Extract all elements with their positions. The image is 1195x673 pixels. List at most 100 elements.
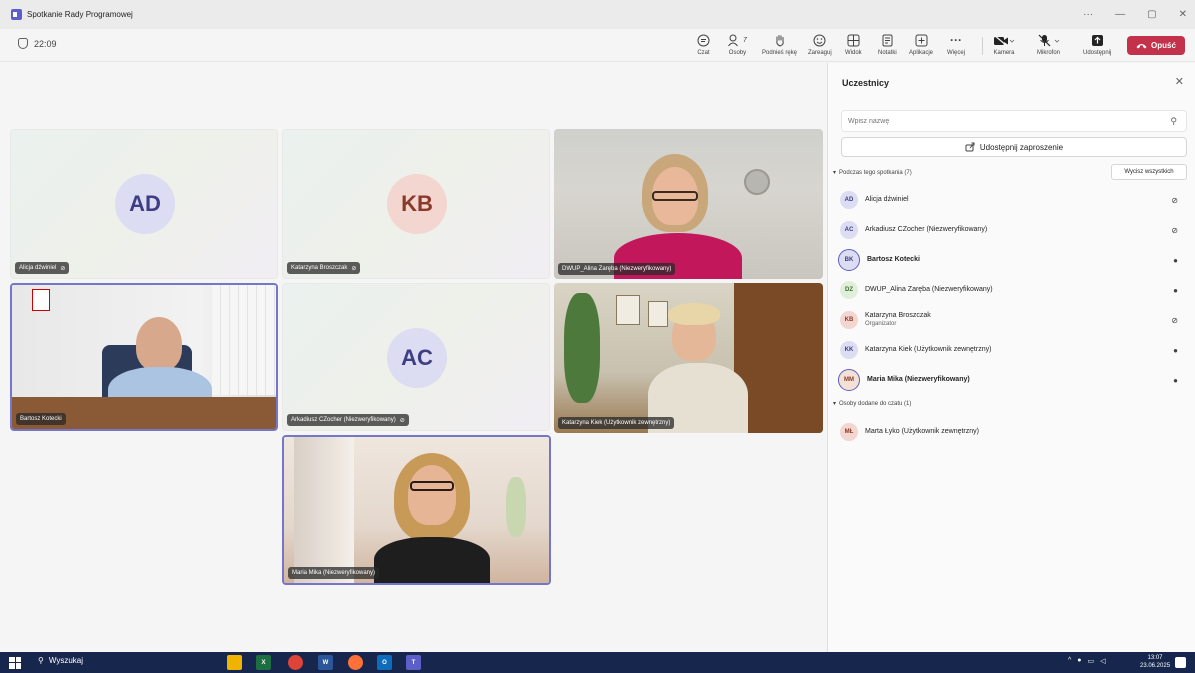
avatar: BK xyxy=(838,249,860,271)
video-tile-katarzyna-kiek[interactable]: Katarzyna Kiek (Użytkownik zewnętrzny) xyxy=(554,283,823,433)
avatar: AD xyxy=(840,191,858,209)
participant-row[interactable]: AC Arkadiusz CZocher (Niezweryfikowany) … xyxy=(840,217,1190,243)
avatar: AC xyxy=(840,221,858,239)
glasses xyxy=(652,191,698,201)
avatar: KB xyxy=(840,311,858,329)
file-explorer-icon[interactable] xyxy=(227,655,242,670)
leave-button[interactable]: Opuść xyxy=(1127,36,1185,55)
mic-off-icon: ⊘ xyxy=(399,417,405,424)
microphone-button[interactable]: Mikrofon xyxy=(1037,32,1060,56)
windows-start-icon[interactable] xyxy=(9,656,21,669)
word-icon[interactable]: W xyxy=(318,655,333,670)
mic-off-icon: ⊘ xyxy=(1171,315,1178,325)
window xyxy=(294,437,354,583)
chat-button[interactable]: Czat xyxy=(697,32,710,56)
video-tile-alicja[interactable]: AD Alicja dźwiniel ⊘ xyxy=(10,129,278,279)
tile-name: DWUP_Alina Zaręba (Niezweryfikowany) xyxy=(562,266,672,272)
raise-hand-button[interactable]: Podnieś rękę xyxy=(762,32,797,56)
person-body xyxy=(374,537,490,583)
share-button[interactable]: Udostępnij xyxy=(1083,32,1111,56)
video-feed xyxy=(554,129,823,279)
window-title: Spotkanie Rady Programowej xyxy=(27,10,133,19)
raise-hand-icon xyxy=(774,32,786,48)
close-window-button[interactable]: ✕ xyxy=(1179,9,1187,20)
meeting-toolbar: 22:09 Czat 7 Osoby Podnieś rękę Zareaguj… xyxy=(0,29,1195,90)
share-label: Udostępnij xyxy=(1083,50,1112,56)
meeting-timer: 22:09 xyxy=(18,38,57,49)
person-hair xyxy=(668,303,720,325)
camera-button[interactable]: Kamera xyxy=(993,32,1015,56)
video-tile-alina-zareba[interactable]: DWUP_Alina Zaręba (Niezweryfikowany) xyxy=(554,129,823,279)
mic-off-icon: ⊘ xyxy=(60,265,66,272)
more-button[interactable]: ··· Więcej xyxy=(947,32,965,56)
video-tile-katarzyna-broszczak[interactable]: KB Katarzyna Broszczak ⊘ xyxy=(282,129,550,279)
avatar: MM xyxy=(838,369,860,391)
tile-name: Alicja dźwiniel xyxy=(19,265,57,271)
tile-name: Arkadiusz CZocher (Niezweryfikowany) xyxy=(291,417,396,423)
chat-participant-row[interactable]: MŁ Marta Łyko (Użytkownik zewnętrzny) xyxy=(840,419,1190,445)
react-button[interactable]: Zareaguj xyxy=(808,32,832,56)
tile-name: Bartosz Kotecki xyxy=(20,416,62,422)
participant-row[interactable]: DZ DWUP_Alina Zaręba (Niezweryfikowany) … xyxy=(840,277,1190,303)
mute-all-button[interactable]: Wycisz wszystkich xyxy=(1111,164,1187,180)
firefox-icon[interactable] xyxy=(348,655,363,670)
phone-hangup-icon xyxy=(1136,44,1147,49)
share-link-icon xyxy=(965,142,975,152)
search-icon: ⚲ xyxy=(1170,116,1177,126)
participant-row[interactable]: KK Katarzyna Kiek (Użytkownik zewnętrzny… xyxy=(840,337,1190,363)
taskbar-clock[interactable]: 13:07 23.06.2025 xyxy=(1140,654,1170,671)
emblem xyxy=(32,289,50,311)
camera-label: Kamera xyxy=(993,50,1015,56)
video-feed xyxy=(554,283,823,433)
participant-name: Maria Mika (Niezweryfikowany) xyxy=(867,375,970,383)
notes-button[interactable]: Notatki xyxy=(878,32,897,56)
avatar: AD xyxy=(115,174,175,234)
view-icon xyxy=(847,32,860,48)
maximize-button[interactable]: ▢ xyxy=(1147,9,1156,20)
chrome-icon[interactable] xyxy=(288,655,303,670)
volume-icon[interactable]: ◁ xyxy=(1100,657,1105,665)
participant-search-input[interactable] xyxy=(841,110,1187,132)
clock-time: 13:07 xyxy=(1147,655,1163,661)
shield-icon xyxy=(18,38,28,49)
microphone-tray-icon[interactable]: ● xyxy=(1077,657,1081,665)
apps-button[interactable]: Aplikacje xyxy=(909,32,933,56)
close-icon[interactable]: ✕ xyxy=(1175,75,1184,88)
minimize-button[interactable]: — xyxy=(1115,9,1125,20)
in-meeting-section-header[interactable]: ▾ Podczas tego spotkania (7) xyxy=(833,169,912,177)
participant-row[interactable]: MM Maria Mika (Niezweryfikowany) ● xyxy=(838,367,1190,393)
participant-name: Alicja dźwiniel xyxy=(865,195,909,203)
teams-logo-icon xyxy=(11,9,22,20)
chat-section-label: Osoby dodane do czatu (1) xyxy=(839,400,912,407)
view-button[interactable]: Widok xyxy=(845,32,862,56)
video-tile-maria-mika[interactable]: Maria Mika (Niezweryfikowany) xyxy=(282,435,551,585)
people-count: 7 xyxy=(743,36,747,44)
network-icon[interactable]: ▭ xyxy=(1088,657,1095,665)
participant-name: Arkadiusz CZocher (Niezweryfikowany) xyxy=(865,225,988,233)
participants-panel: Uczestnicy ✕ ⚲ Udostępnij zaproszenie ▾ … xyxy=(827,63,1195,652)
search-icon: ⚲ xyxy=(38,656,44,665)
participant-row[interactable]: BK Bartosz Kotecki ● xyxy=(838,247,1190,273)
notifications-icon[interactable] xyxy=(1175,657,1186,668)
outlook-icon[interactable]: O xyxy=(377,655,392,670)
tile-name-label: Alicja dźwiniel ⊘ xyxy=(15,262,70,274)
raise-hand-label: Podnieś rękę xyxy=(762,50,798,56)
people-button[interactable]: 7 Osoby xyxy=(728,32,747,56)
taskbar-search-label: Wyszukaj xyxy=(48,656,84,665)
share-invite-button[interactable]: Udostępnij zaproszenie xyxy=(841,137,1187,157)
chat-section-header[interactable]: ▾ Osoby dodane do czatu (1) xyxy=(833,400,912,408)
more-options-icon[interactable]: ··· xyxy=(1083,9,1093,20)
teams-icon[interactable]: T xyxy=(406,655,421,670)
taskbar-search[interactable]: ⚲ Wyszukaj xyxy=(38,656,83,665)
video-tile-arkadiusz[interactable]: AC Arkadiusz CZocher (Niezweryfikowany) … xyxy=(282,283,550,431)
camera-off-icon xyxy=(993,32,1015,48)
frame xyxy=(648,301,668,327)
tile-name: Katarzyna Kiek (Użytkownik zewnętrzny) xyxy=(562,420,671,426)
system-tray: ^ ● ▭ ◁ xyxy=(1068,657,1106,665)
video-tile-bartosz[interactable]: Bartosz Kotecki xyxy=(10,283,278,431)
participant-row[interactable]: AD Alicja dźwiniel ⊘ xyxy=(840,187,1190,213)
participant-row[interactable]: KB Katarzyna Broszczak Organizator ⊘ xyxy=(840,307,1190,333)
chevron-up-icon[interactable]: ^ xyxy=(1068,657,1071,665)
share-icon xyxy=(1091,32,1104,48)
excel-icon[interactable]: X xyxy=(256,655,271,670)
